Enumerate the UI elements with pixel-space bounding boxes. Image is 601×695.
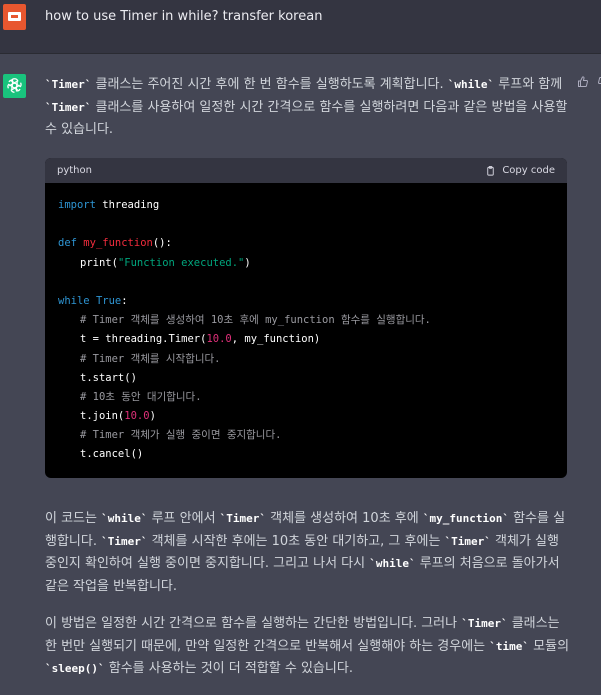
code-line: print("Function executed.") xyxy=(58,254,567,273)
code-token: t.cancel() xyxy=(80,448,144,461)
code-token: import xyxy=(58,199,96,211)
intro-paragraph: `Timer` 클래스는 주어진 시간 후에 한 번 함수를 실행하도록 계획합… xyxy=(45,74,571,142)
code-line: # Timer 객체가 실행 중이면 중지합니다. xyxy=(58,426,567,445)
code-token: , my_function) xyxy=(231,333,321,346)
copy-code-label: Copy code xyxy=(502,165,555,176)
code-language-label: python xyxy=(57,165,92,176)
code-content: import threading def my_function(): print(… xyxy=(45,183,567,465)
inline-code: `Timer` xyxy=(219,512,267,525)
inline-code: `my_function` xyxy=(422,512,509,525)
code-token: t.start() xyxy=(80,371,137,384)
code-block: python Copy code import threading def my_… xyxy=(45,158,567,478)
code-token: # 10초 동안 대기합니다. xyxy=(80,390,202,403)
code-line: # 10초 동안 대기합니다. xyxy=(58,388,567,407)
code-line: t.start() xyxy=(58,369,567,388)
thumbs-down-icon[interactable] xyxy=(597,76,601,88)
code-token: my_function xyxy=(83,237,153,250)
inline-code: `while` xyxy=(369,557,416,570)
code-line: def my_function(): xyxy=(58,234,567,253)
code-line: t.join(10.0) xyxy=(58,407,567,426)
code-token: ) xyxy=(149,410,156,423)
inline-code: `Timer` xyxy=(45,100,92,114)
code-token: def xyxy=(58,237,77,250)
text-run: 이 코드는 xyxy=(45,511,102,526)
code-token: threading xyxy=(95,199,160,211)
code-line: t = threading.Timer(10.0, my_function) xyxy=(58,330,567,349)
code-token: while xyxy=(58,294,90,307)
user-avatar-icon xyxy=(3,4,26,30)
copy-code-button[interactable]: Copy code xyxy=(485,165,555,177)
text-run: 객체를 시작한 후에는 10초 동안 대기하고, 그 후에는 xyxy=(147,533,445,549)
inline-code: `Timer` xyxy=(45,78,92,91)
text-run: 루프와 함께 xyxy=(494,77,563,92)
text-run: 클래스는 주어진 시간 후에 한 번 함수를 실행하도록 계획합니다. xyxy=(91,77,448,92)
thumbs-up-icon[interactable] xyxy=(577,76,589,88)
text-run: 루프 안에서 xyxy=(147,511,220,526)
text-run: 클래스를 사용하여 일정한 시간 간격으로 함수를 실행하려면 다음과 같은 방… xyxy=(45,99,568,138)
explanation-paragraph: 이 코드는 `while` 루프 안에서 `Timer` 객체를 생성하여 10… xyxy=(45,508,571,598)
clipboard-icon xyxy=(487,165,495,176)
code-line: t.cancel() xyxy=(58,445,567,464)
code-token: ) xyxy=(244,256,251,269)
text-run: 이 방법은 일정한 시간 간격으로 함수를 실행하는 간단한 방법입니다. 그러… xyxy=(45,616,462,631)
inline-code: `Timer` xyxy=(444,534,491,548)
openai-logo-icon xyxy=(3,74,26,98)
user-message-text: how to use Timer in while? transfer kore… xyxy=(45,9,323,24)
user-message-row: how to use Timer in while? transfer kore… xyxy=(0,0,601,54)
code-token: t = threading.Timer( xyxy=(80,333,207,346)
code-token: "Function executed." xyxy=(117,256,245,269)
inline-code: `sleep()` xyxy=(45,662,105,675)
code-token: (): xyxy=(152,237,172,250)
inline-code: `while` xyxy=(101,512,148,525)
text-run: 모듈의 xyxy=(529,638,570,654)
inline-code: `Timer` xyxy=(101,534,148,548)
code-token: print( xyxy=(80,256,118,269)
conclusion-paragraph: 이 방법은 일정한 시간 간격으로 함수를 실행하는 간단한 방법입니다. 그러… xyxy=(45,613,571,681)
inline-code: `Timer` xyxy=(461,617,508,630)
code-token: t.join( xyxy=(80,410,125,423)
feedback-actions xyxy=(577,76,601,88)
code-block-header: python Copy code xyxy=(45,158,567,183)
code-line: # Timer 객체를 시작합니다. xyxy=(58,350,567,369)
inline-code: `while` xyxy=(447,78,495,91)
text-run: 객체를 생성하여 10초 후에 xyxy=(266,511,423,526)
code-token: True xyxy=(95,294,122,307)
text-run: 함수를 사용하는 것이 더 적합할 수 있습니다. xyxy=(104,661,353,676)
code-token: : xyxy=(121,294,128,307)
code-line: import threading xyxy=(58,196,567,215)
code-token: 10.0 xyxy=(206,333,232,346)
code-token: # Timer 객체를 생성하여 10초 후에 my_function 함수를 … xyxy=(80,314,431,327)
inline-code: `time` xyxy=(489,639,530,653)
code-line: while True: xyxy=(58,292,567,311)
code-token: # Timer 객체가 실행 중이면 중지합니다. xyxy=(80,429,282,442)
code-token: 10.0 xyxy=(124,410,150,423)
code-token: # Timer 객체를 시작합니다. xyxy=(80,352,221,365)
code-line: # Timer 객체를 생성하여 10초 후에 my_function 함수를 … xyxy=(58,311,567,330)
